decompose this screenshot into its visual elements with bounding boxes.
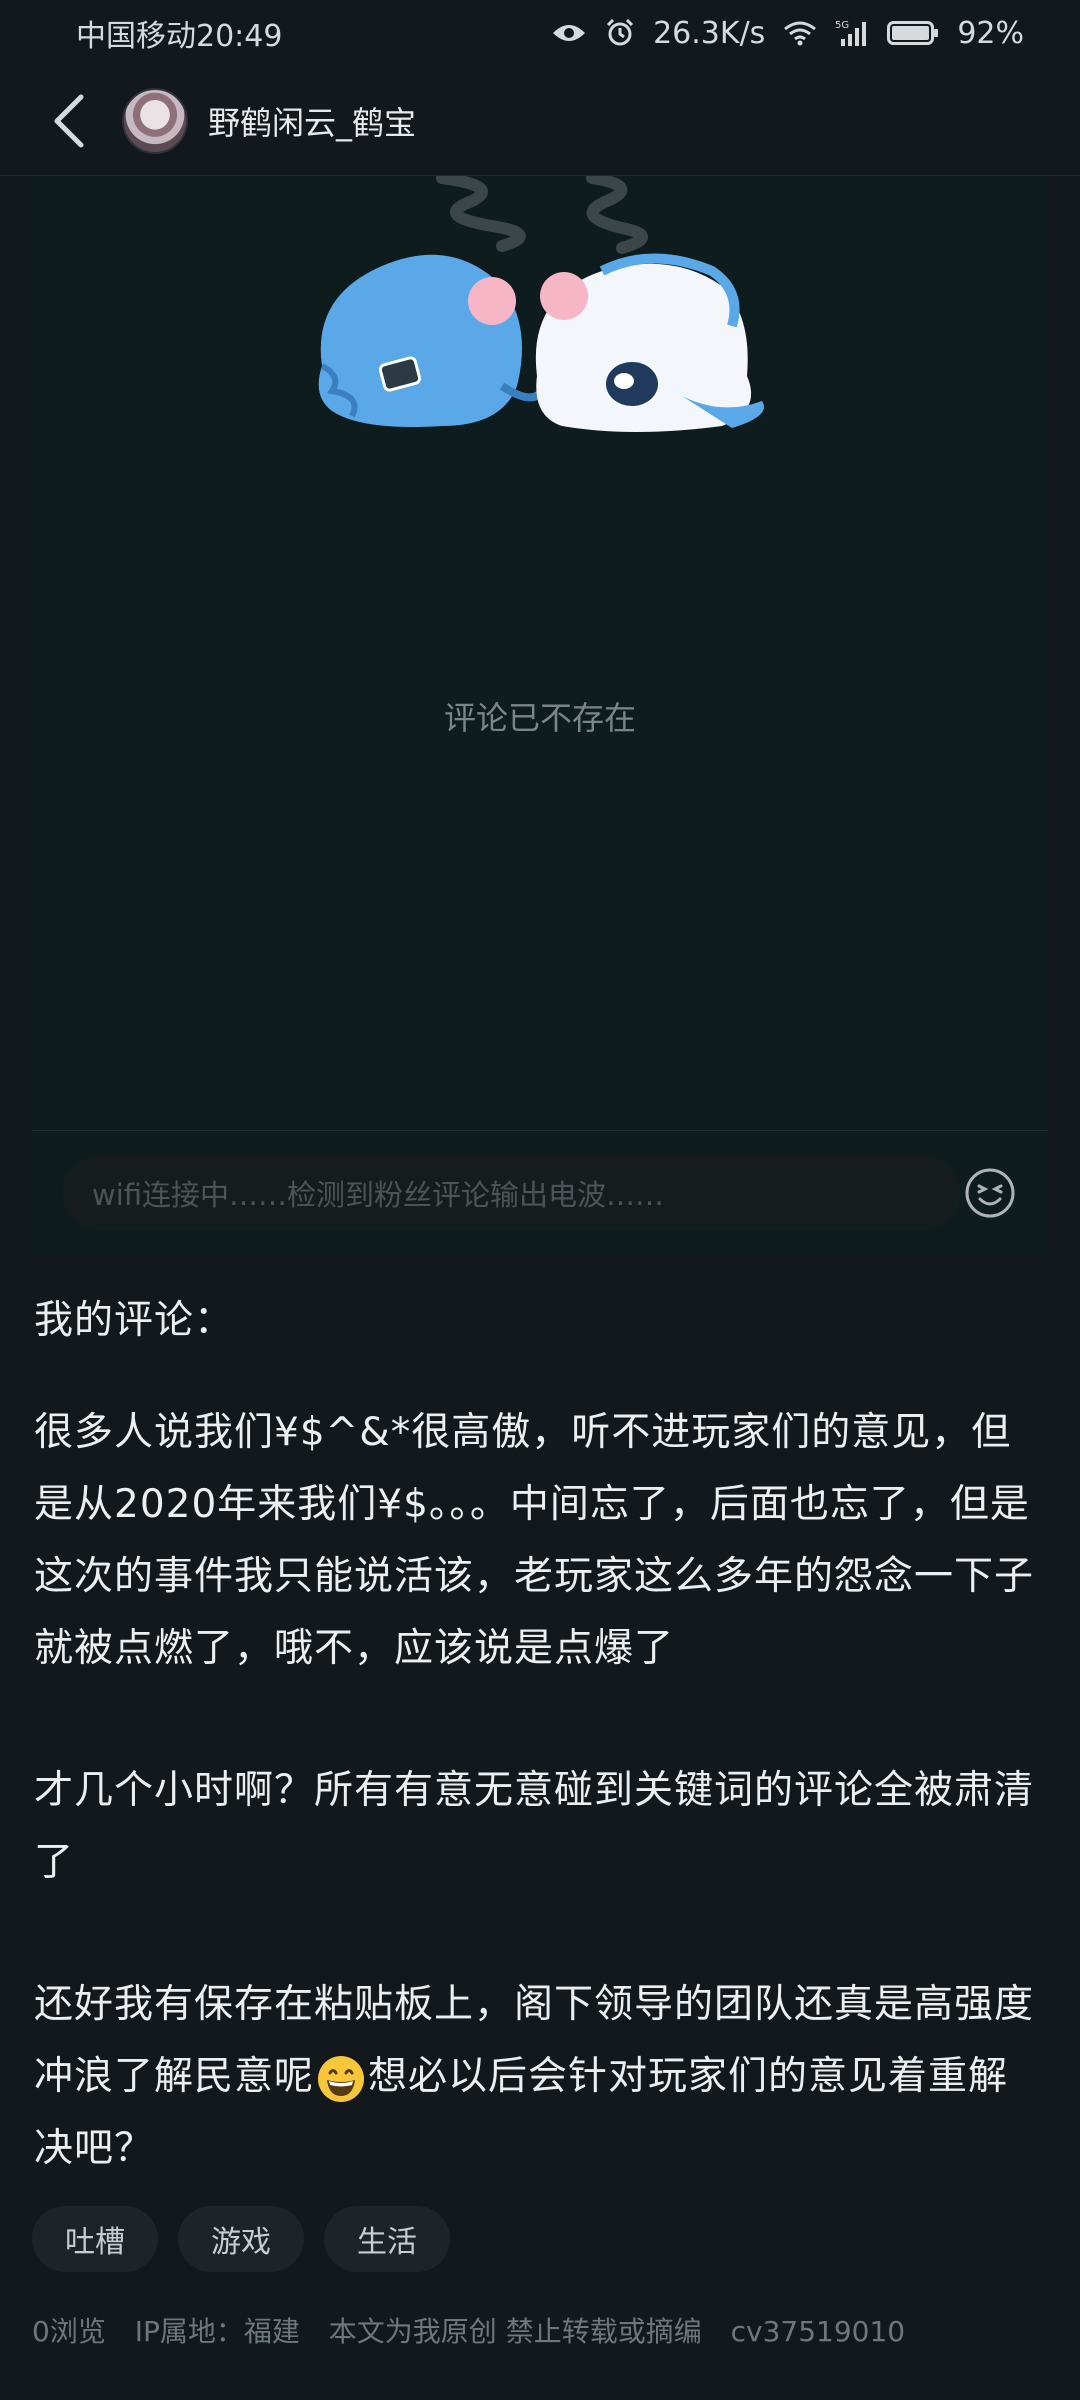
avatar[interactable] [122, 87, 188, 154]
divider [32, 1130, 1048, 1131]
eye-icon [553, 25, 586, 41]
carrier-time: 中国移动20:49 [76, 19, 283, 54]
article-paragraph-3: 还好我有保存在粘贴板上，阁下领导的团队还真是高强度冲浪了解民意呢 想必以后会针对… [34, 1969, 1046, 2185]
article-id: cv37519010 [730, 2315, 906, 2348]
article-heading: 我的评论： [34, 1298, 235, 1343]
battery-level: 92% [957, 15, 1024, 51]
copyright-notice: 本文为我原创 禁止转载或摘编 [328, 2315, 702, 2348]
view-count: 0浏览 [32, 2315, 106, 2348]
wifi-icon [784, 21, 817, 46]
article-body: 我的评论： 很多人说我们¥$^&*很高傲，听不进玩家们的意见，但是从2020年来… [34, 1285, 1046, 2255]
tag-list: 吐槽 游戏 生活 [32, 2206, 450, 2272]
grinning-face-emoji-icon [318, 2055, 365, 2102]
alarm-icon [607, 18, 634, 46]
emoji-button[interactable] [959, 1162, 1021, 1224]
svg-text:5G: 5G [835, 20, 849, 31]
comment-input[interactable]: wifi连接中……检测到粉丝评论输出电波…… [62, 1156, 960, 1230]
article-paragraph-2: 才几个小时啊？所有有意无意碰到关键词的评论全被肃清了 [34, 1768, 1035, 1885]
page-header: 野鹤闲云_鹤宝 [0, 66, 1080, 176]
tag-chip[interactable]: 游戏 [178, 2206, 304, 2272]
status-bar: 中国移动20:49 26.3K/s 5G 92% [0, 0, 1080, 66]
tag-chip[interactable]: 生活 [324, 2206, 450, 2272]
article-meta: 0浏览 IP属地：福建 本文为我原创 禁止转载或摘编 cv37519010 [32, 2310, 925, 2350]
author-name[interactable]: 野鹤闲云_鹤宝 [208, 98, 416, 144]
net-speed: 26.3K/s [653, 15, 766, 51]
embedded-comment-card: 评论已不存在 wifi连接中……检测到粉丝评论输出电波…… [32, 176, 1048, 1256]
comment-deleted-message: 评论已不存在 [443, 699, 636, 737]
cellular-5g-icon: 5G [835, 20, 867, 46]
comment-input-placeholder: wifi连接中……检测到粉丝评论输出电波…… [92, 1178, 665, 1212]
back-button[interactable] [38, 90, 100, 152]
battery-icon [887, 21, 939, 45]
tag-chip[interactable]: 吐槽 [32, 2206, 158, 2272]
article-paragraph-1: 很多人说我们¥$^&*很高傲，听不进玩家们的意见，但是从2020年来我们¥$。。… [34, 1410, 1035, 1671]
ip-location: IP属地：福建 [134, 2315, 300, 2348]
sleeping-mascots-illustration [318, 176, 764, 432]
emoji-face-icon [965, 1168, 1015, 1218]
chevron-left-icon [54, 94, 84, 147]
